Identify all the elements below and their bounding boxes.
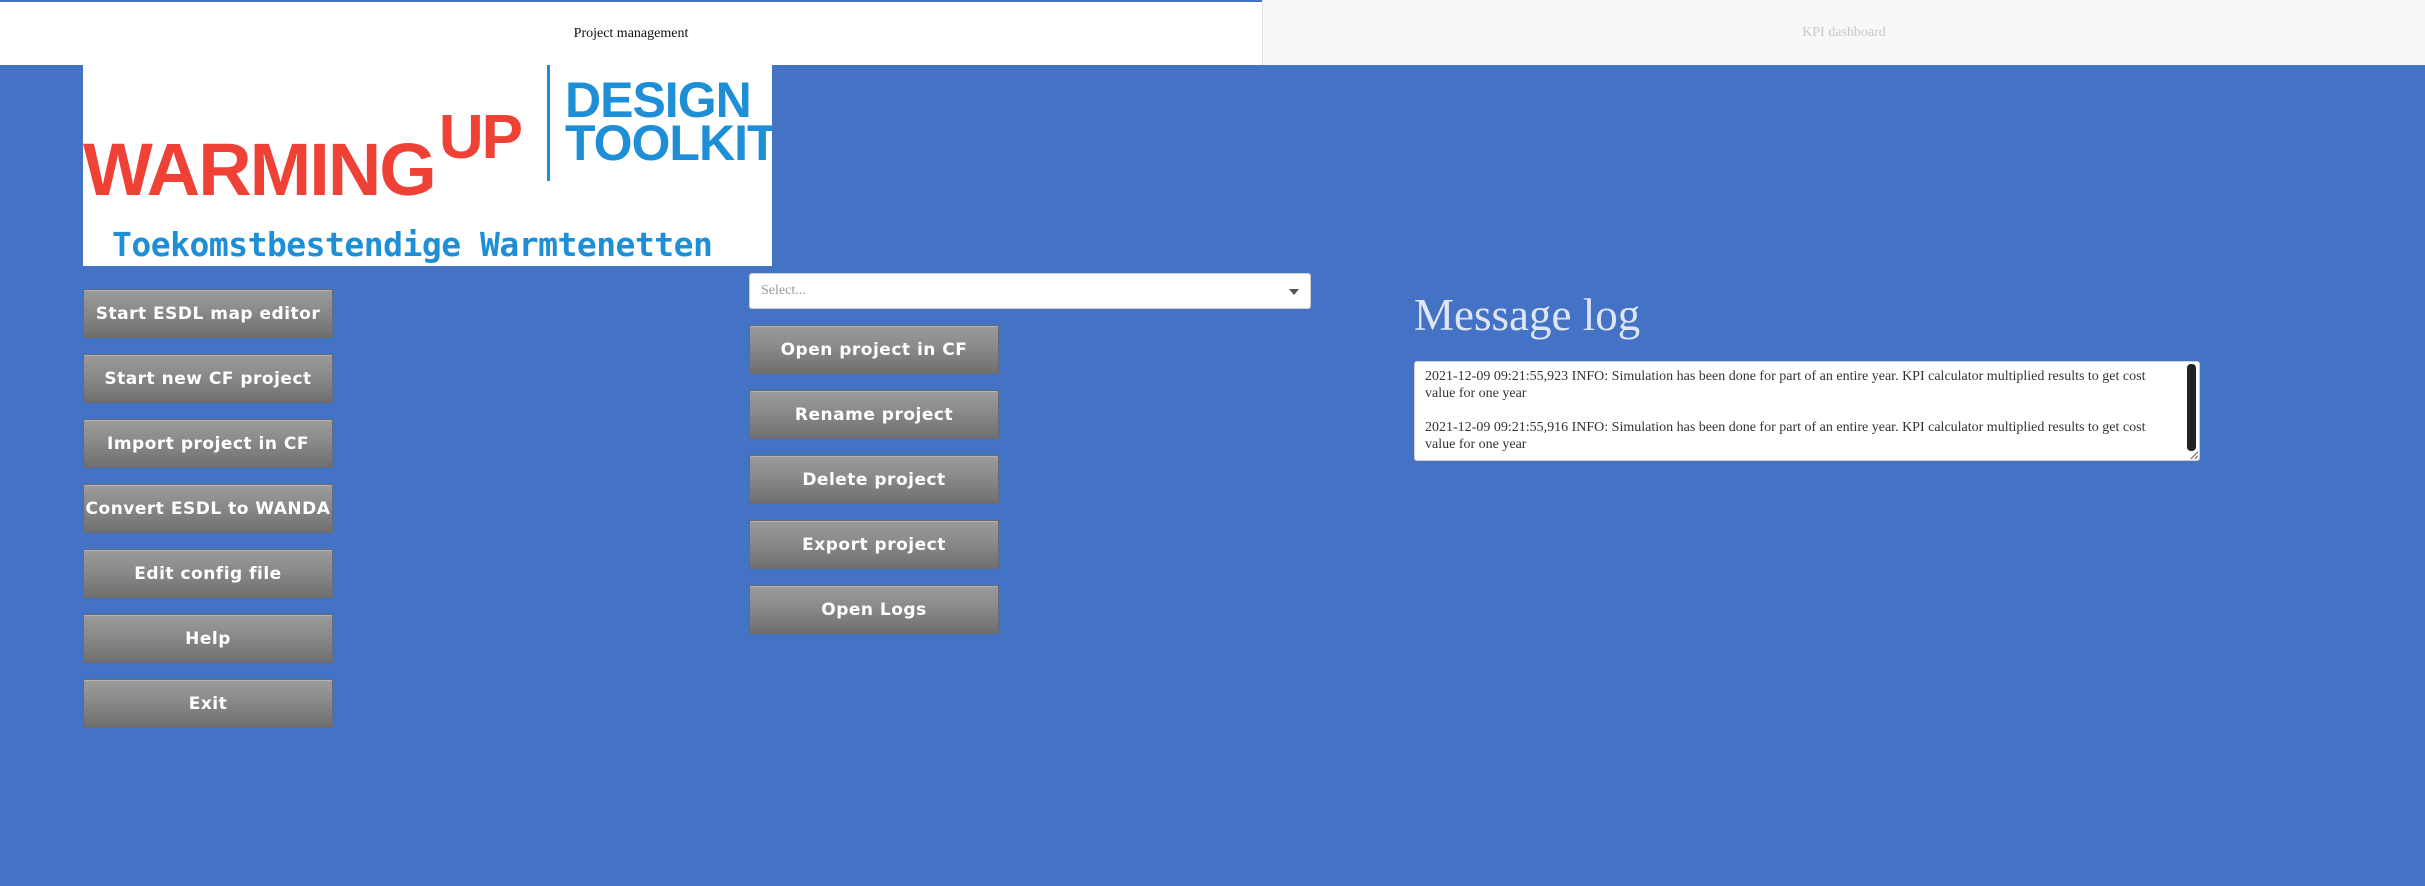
- tab-kpi-dashboard[interactable]: KPI dashboard: [1262, 0, 2425, 65]
- warmingup-logo: WARMING UP DESIGN TOOLKIT Toekomstbesten…: [83, 65, 772, 266]
- start-esdl-map-editor-button[interactable]: Start ESDL map editor: [83, 289, 333, 338]
- help-button[interactable]: Help: [83, 614, 333, 663]
- project-select-placeholder: Select...: [761, 283, 806, 298]
- chevron-down-icon[interactable]: [1289, 289, 1299, 295]
- export-project-button[interactable]: Export project: [749, 520, 999, 569]
- open-logs-button[interactable]: Open Logs: [749, 585, 999, 634]
- rename-project-button[interactable]: Rename project: [749, 390, 999, 439]
- resize-handle-icon[interactable]: [2190, 451, 2198, 459]
- import-project-in-cf-button[interactable]: Import project in CF: [83, 419, 333, 468]
- logo-divider: [547, 65, 550, 181]
- edit-config-file-button[interactable]: Edit config file: [83, 549, 333, 598]
- convert-esdl-to-wanda-button[interactable]: Convert ESDL to WANDA: [83, 484, 333, 533]
- exit-button[interactable]: Exit: [83, 679, 333, 728]
- message-log-title: Message log: [1414, 290, 1641, 340]
- tab-project-management[interactable]: Project management: [0, 0, 1262, 65]
- logo-design-toolkit-text: DESIGN TOOLKIT: [565, 72, 772, 171]
- open-project-in-cf-button[interactable]: Open project in CF: [749, 325, 999, 374]
- project-select[interactable]: Select...: [749, 273, 1311, 309]
- message-log-textarea[interactable]: 2021-12-09 09:21:55,923 INFO: Simulation…: [1414, 361, 2200, 461]
- log-entry: 2021-12-09 09:21:55,923 INFO: Simulation…: [1425, 369, 2146, 401]
- delete-project-button[interactable]: Delete project: [749, 455, 999, 504]
- start-new-cf-project-button[interactable]: Start new CF project: [83, 354, 333, 403]
- logo-warmingup-text: WARMING UP: [83, 103, 523, 211]
- log-entry: 2021-12-09 09:21:55,916 INFO: Simulation…: [1425, 420, 2146, 452]
- log-scrollbar[interactable]: [2187, 364, 2196, 451]
- tab-bar: Project management KPI dashboard: [0, 0, 2425, 65]
- logo-tagline: Toekomstbestendige Warmtenetten: [112, 225, 713, 264]
